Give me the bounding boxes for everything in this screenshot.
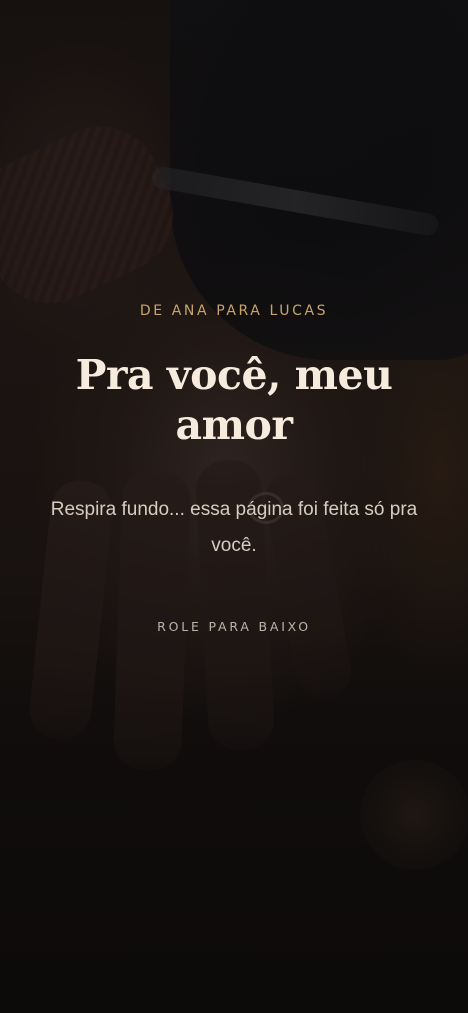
scroll-down-hint[interactable]: ROLE PARA BAIXO	[0, 617, 468, 637]
hero-screen: DE ANA PARA LUCAS Pra você, meu amor Res…	[0, 0, 468, 1013]
hero-title: Pra você, meu amor	[75, 351, 393, 449]
hero-content: DE ANA PARA LUCAS Pra você, meu amor Res…	[0, 0, 468, 1013]
hero-subtitle: Respira fundo... essa página foi feita s…	[50, 499, 418, 556]
dedication-eyebrow: DE ANA PARA LUCAS	[139, 303, 329, 319]
